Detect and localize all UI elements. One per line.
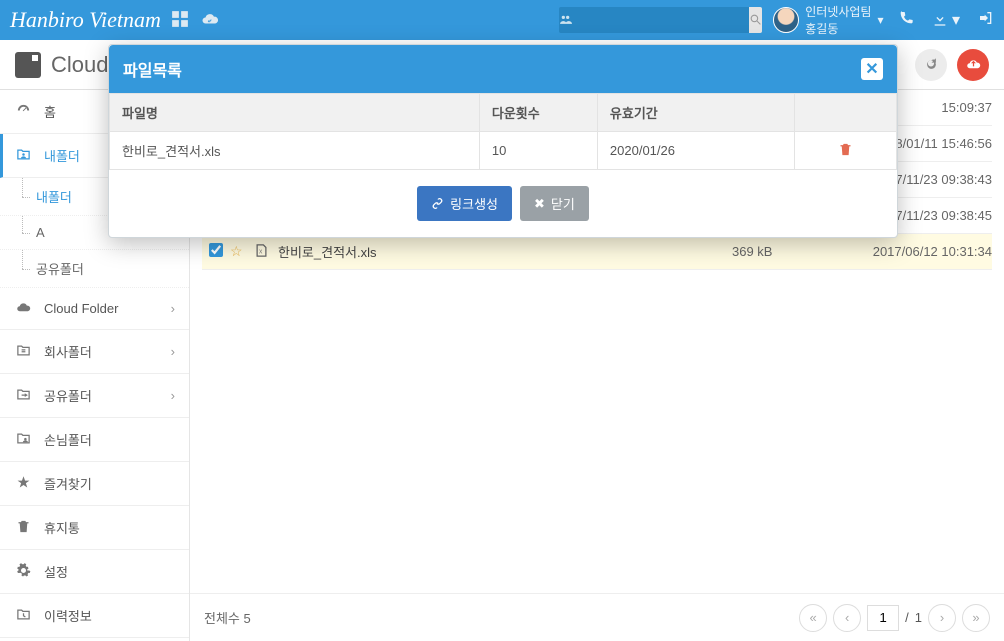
modal-downloads: 10 (479, 132, 597, 170)
modal-row: 한비로_견적서.xls102020/01/26 (110, 132, 897, 170)
generate-link-label: 링크생성 (450, 194, 498, 213)
col-filename: 파일명 (110, 94, 480, 132)
close-label: 닫기 (551, 194, 575, 213)
close-button[interactable]: ✖ 닫기 (520, 186, 589, 221)
modal-file-name: 한비로_견적서.xls (110, 132, 480, 170)
modal-title: 파일목록 (123, 57, 182, 81)
modal-header: 파일목록 ✕ (109, 45, 897, 93)
file-list-modal: 파일목록 ✕ 파일명 다운횟수 유효기간 한비로_견적서.xls102020/0… (108, 44, 898, 238)
modal-table: 파일명 다운횟수 유효기간 한비로_견적서.xls102020/01/26 (109, 93, 897, 170)
col-downloads: 다운횟수 (479, 94, 597, 132)
link-icon (431, 196, 444, 211)
col-expiry: 유효기간 (597, 94, 794, 132)
close-icon[interactable]: ✕ (861, 58, 883, 80)
x-icon: ✖ (534, 196, 545, 212)
trash-icon[interactable] (838, 142, 853, 159)
modal-expiry: 2020/01/26 (597, 132, 794, 170)
generate-link-button[interactable]: 링크생성 (417, 186, 512, 221)
col-actions (794, 94, 896, 132)
